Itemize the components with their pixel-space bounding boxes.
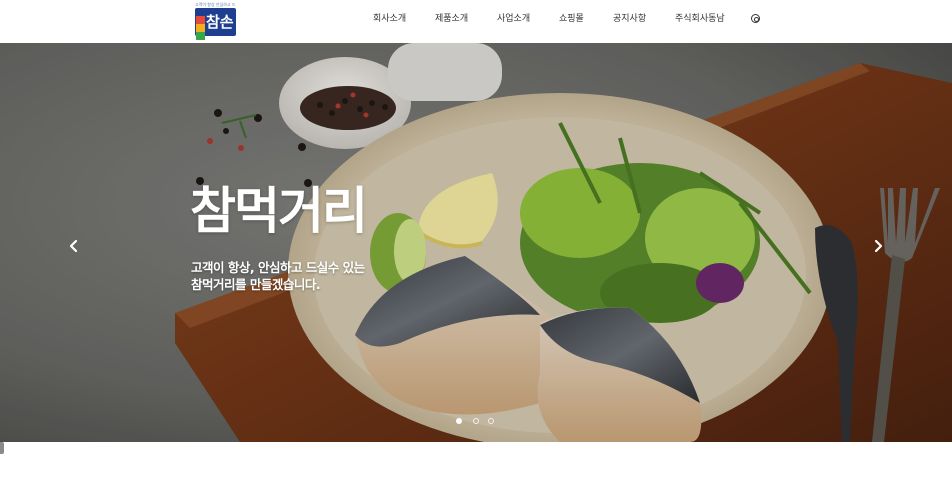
hero-title: 참먹거리 [190, 182, 368, 240]
nav-item-business[interactable]: 사업소개 [497, 13, 530, 25]
slider-prev-button[interactable] [67, 239, 81, 253]
hero-subtitle-line1: 고객이 항상, 안심하고 드실수 있는 [191, 260, 365, 275]
slider-next-button[interactable] [871, 239, 885, 253]
site-header: 고객이 항상 안심하고 드실수 있는 참손 회사소개 제품소개 사업소개 쇼핑몰… [0, 0, 952, 43]
slider-dot-3[interactable] [488, 418, 494, 424]
hero-subtitle: 고객이 항상, 안심하고 드실수 있는 참먹거리를 만들겠습니다. [191, 259, 365, 293]
hero-background-image [0, 43, 952, 442]
logo-color-bars [196, 16, 205, 40]
chevron-right-icon [874, 239, 883, 253]
hero-slider: 참먹거리 고객이 항상, 안심하고 드실수 있는 참먹거리를 만들겠습니다. [0, 43, 952, 442]
chevron-left-icon [69, 239, 78, 253]
nav-item-products[interactable]: 제품소개 [435, 13, 468, 25]
nav-item-shop[interactable]: 쇼핑몰 [559, 13, 584, 25]
nav-item-company[interactable]: 회사소개 [373, 13, 406, 25]
slider-dot-1[interactable] [456, 418, 462, 424]
nav-item-dongnam[interactable]: 주식회사동남 [675, 13, 725, 25]
logo-brand-text: 참손 [206, 13, 234, 31]
user-icon[interactable] [751, 14, 760, 23]
nav-item-notice[interactable]: 공지사항 [613, 13, 646, 25]
slider-dot-2[interactable] [473, 418, 479, 424]
hero-subtitle-line2: 참먹거리를 만들겠습니다. [191, 277, 321, 292]
scroll-indicator [0, 442, 4, 454]
logo[interactable]: 고객이 항상 안심하고 드실수 있는 참손 [195, 2, 236, 40]
logo-badge: 참손 [195, 8, 236, 40]
